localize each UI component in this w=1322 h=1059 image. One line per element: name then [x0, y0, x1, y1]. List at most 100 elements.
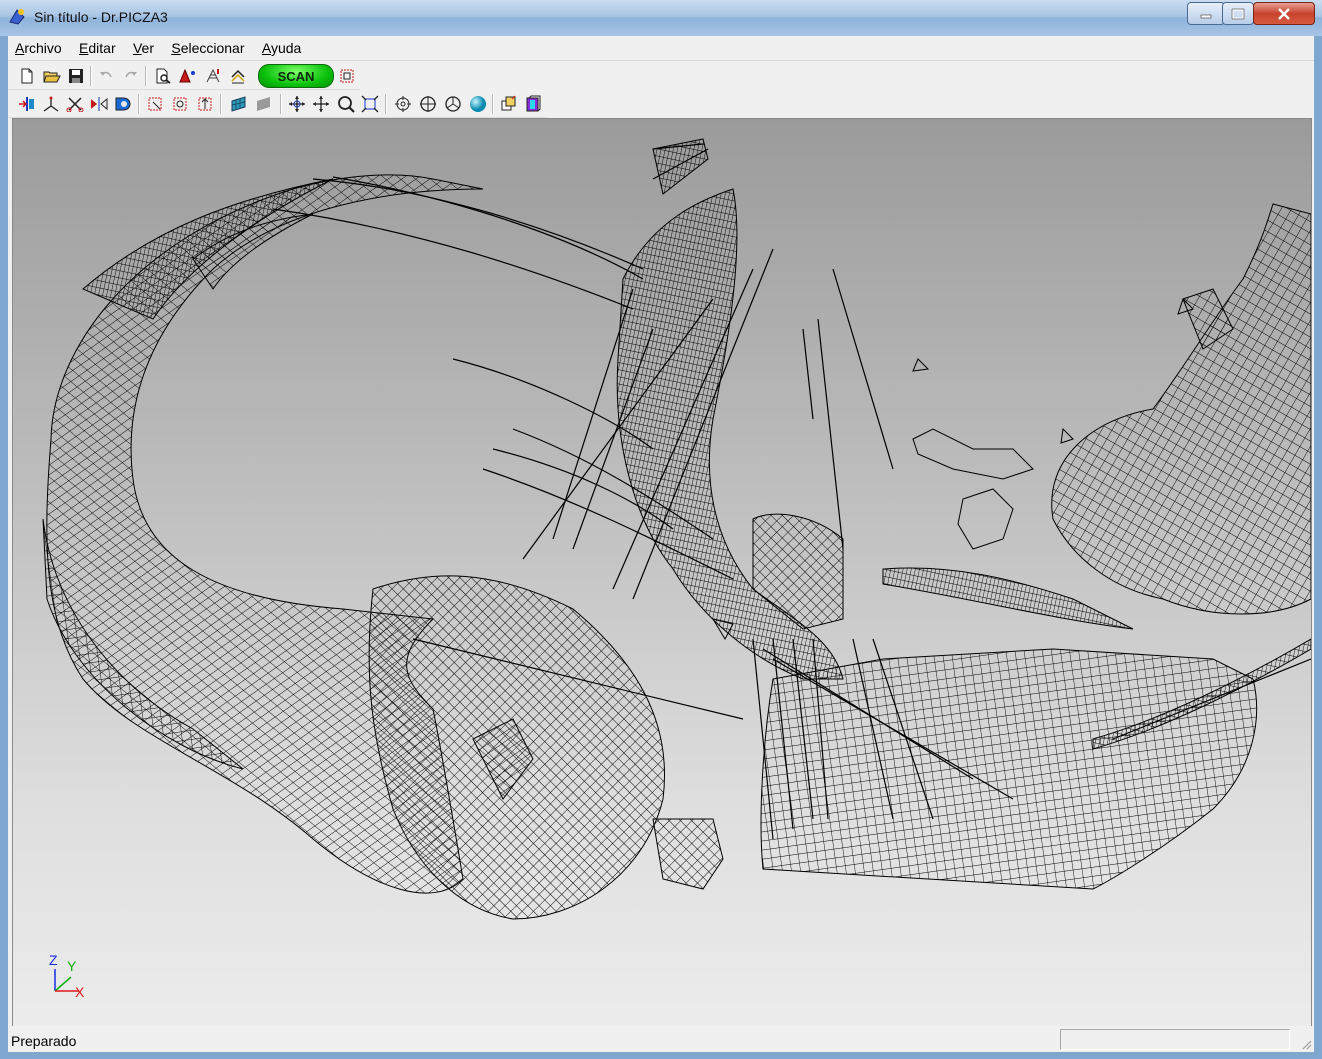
- scan-area-icon: [206, 68, 220, 83]
- select-box-button[interactable]: [144, 93, 166, 115]
- menu-archivo[interactable]: Archivo: [8, 36, 69, 56]
- zoom-button[interactable]: [335, 93, 357, 115]
- select-box-icon: [148, 97, 162, 111]
- minimize-icon: [1200, 14, 1212, 18]
- open-folder-icon: [43, 71, 61, 83]
- save-button[interactable]: [65, 65, 87, 87]
- view-point-icon: [445, 96, 461, 112]
- 3d-viewport[interactable]: Z Y X: [12, 118, 1312, 1027]
- redo-icon: [125, 71, 137, 78]
- rotate-button[interactable]: [286, 93, 308, 115]
- toolbar-separator: [280, 94, 282, 114]
- rotate-icon: [289, 96, 305, 112]
- scan-up-button[interactable]: [227, 65, 249, 87]
- toolbar-separator: [492, 94, 494, 114]
- flip-icon: [91, 97, 108, 111]
- new-button[interactable]: [16, 65, 38, 87]
- axis-y-label: Y: [67, 958, 77, 974]
- axis-icon: [43, 96, 59, 112]
- pan-icon: [313, 96, 329, 112]
- status-bar: Preparado: [8, 1026, 1314, 1052]
- app-window: Sin título - Dr.PICZA3 Archivo Editar Ve…: [0, 0, 1322, 1059]
- maximize-icon: [1231, 8, 1245, 19]
- mirror-button[interactable]: [16, 93, 38, 115]
- app-icon: [9, 9, 25, 25]
- close-icon: [1278, 7, 1290, 20]
- mask-button[interactable]: [112, 93, 134, 115]
- mesh-right-sheet: [1051, 203, 1311, 615]
- title-bar[interactable]: Sin título - Dr.PICZA3: [0, 0, 1322, 36]
- toolbar-separator: [385, 94, 387, 114]
- mirror-icon: [19, 97, 34, 111]
- cut-icon: [66, 97, 84, 112]
- sphere-button[interactable]: [467, 93, 489, 115]
- pan-button[interactable]: [310, 93, 332, 115]
- menu-ver[interactable]: Ver: [126, 36, 161, 56]
- maximize-button[interactable]: [1222, 2, 1254, 25]
- flat-button[interactable]: [253, 93, 275, 115]
- toolbar-separator: [138, 94, 140, 114]
- cut-button[interactable]: [64, 93, 86, 115]
- fit-icon: [361, 95, 379, 113]
- scan-button[interactable]: SCAN: [258, 64, 334, 88]
- select-lasso-button[interactable]: [169, 93, 191, 115]
- menu-editar[interactable]: Editar: [72, 36, 123, 56]
- main-frame: Archivo Editar Ver Seleccionar Ayuda SCA…: [8, 36, 1314, 1052]
- crosshair-icon: [420, 96, 436, 112]
- toolbar-separator: [90, 66, 92, 86]
- scan-up-icon: [231, 69, 245, 84]
- scan-area-button[interactable]: [202, 65, 224, 87]
- save-icon: [69, 69, 83, 83]
- main-toolbar: SCAN: [8, 62, 360, 90]
- axis-x-label: X: [75, 984, 85, 1000]
- status-text: Preparado: [11, 1033, 77, 1049]
- layers-icon: [501, 95, 516, 111]
- menu-bar: Archivo Editar Ver Seleccionar Ayuda: [8, 36, 1314, 61]
- target-icon: [395, 96, 411, 112]
- fit-button[interactable]: [359, 93, 381, 115]
- select-move-icon: [198, 97, 212, 111]
- mesh-bottom-tray: [760, 567, 1311, 890]
- select-region-button[interactable]: [336, 65, 358, 87]
- layers-button[interactable]: [498, 93, 520, 115]
- mesh-center-band: [616, 188, 844, 680]
- sphere-icon: [470, 96, 486, 112]
- target-button[interactable]: [392, 93, 414, 115]
- menu-seleccionar[interactable]: Seleccionar: [164, 36, 251, 56]
- color-icon: [526, 95, 541, 112]
- zoom-icon: [338, 96, 355, 113]
- flat-icon: [257, 97, 270, 111]
- toolbar-separator: [220, 94, 222, 114]
- select-move-button[interactable]: [194, 93, 216, 115]
- undo-icon: [100, 71, 112, 78]
- axis-button[interactable]: [40, 93, 62, 115]
- open-button[interactable]: [41, 65, 63, 87]
- menu-ayuda[interactable]: Ayuda: [255, 36, 308, 56]
- new-file-icon: [21, 68, 33, 84]
- resize-grip-icon[interactable]: [1300, 1038, 1312, 1050]
- color-button[interactable]: [522, 93, 544, 115]
- print-preview-button[interactable]: [152, 65, 174, 87]
- crosshair-button[interactable]: [417, 93, 439, 115]
- redo-button[interactable]: [120, 65, 142, 87]
- scan-settings-button[interactable]: [177, 65, 199, 87]
- select-lasso-icon: [173, 97, 187, 111]
- mask-icon: [115, 97, 131, 111]
- toolbar-separator: [145, 66, 147, 86]
- shade-button[interactable]: [228, 93, 250, 115]
- view-toolbar: [8, 90, 548, 118]
- select-region-icon: [340, 69, 354, 83]
- shade-icon: [231, 96, 246, 112]
- status-pane: [1060, 1029, 1290, 1050]
- minimize-button[interactable]: [1187, 2, 1225, 25]
- print-preview-icon: [156, 68, 171, 84]
- window-title: Sin título - Dr.PICZA3: [34, 9, 168, 25]
- axis-indicator: Z Y X: [49, 952, 85, 1000]
- view-point-button[interactable]: [442, 93, 464, 115]
- axis-z-label: Z: [49, 952, 58, 968]
- flip-button[interactable]: [88, 93, 110, 115]
- close-button[interactable]: [1253, 2, 1315, 25]
- axis-y-line: [54, 976, 72, 992]
- scan-settings-icon: [179, 68, 195, 83]
- undo-button[interactable]: [95, 65, 117, 87]
